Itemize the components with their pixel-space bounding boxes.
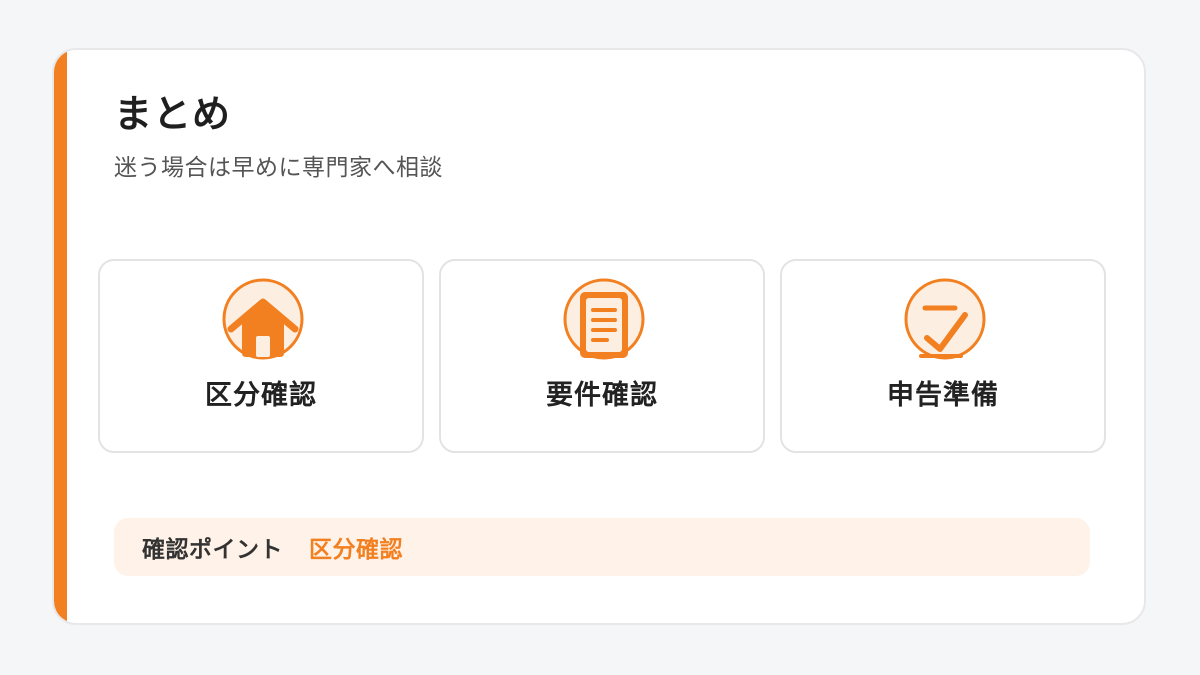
check-point-value: 区分確認 xyxy=(309,537,403,563)
document-icon xyxy=(562,277,646,361)
tile-label: 区分確認 xyxy=(205,380,317,411)
tile-requirement-check[interactable]: 要件確認 xyxy=(439,259,765,453)
page-subtitle: 迷う場合は早めに専門家へ相談 xyxy=(114,155,443,181)
tile-group: 区分確認 要件確認 申告準備 xyxy=(98,259,1106,453)
check-point-label: 確認ポイント xyxy=(142,537,283,563)
tile-label: 要件確認 xyxy=(546,380,658,411)
summary-card: まとめ 迷う場合は早めに専門家へ相談 区分確認 要件確認 申告準備 確認ポイント… xyxy=(52,48,1146,625)
tile-label: 申告準備 xyxy=(887,380,999,411)
checkmark-icon xyxy=(903,277,987,361)
accent-bar xyxy=(54,50,67,623)
check-point-box: 確認ポイント 区分確認 xyxy=(114,518,1090,576)
tile-category-check[interactable]: 区分確認 xyxy=(98,259,424,453)
tile-filing-preparation[interactable]: 申告準備 xyxy=(780,259,1106,453)
page-title: まとめ xyxy=(114,92,232,136)
house-icon xyxy=(221,277,305,361)
